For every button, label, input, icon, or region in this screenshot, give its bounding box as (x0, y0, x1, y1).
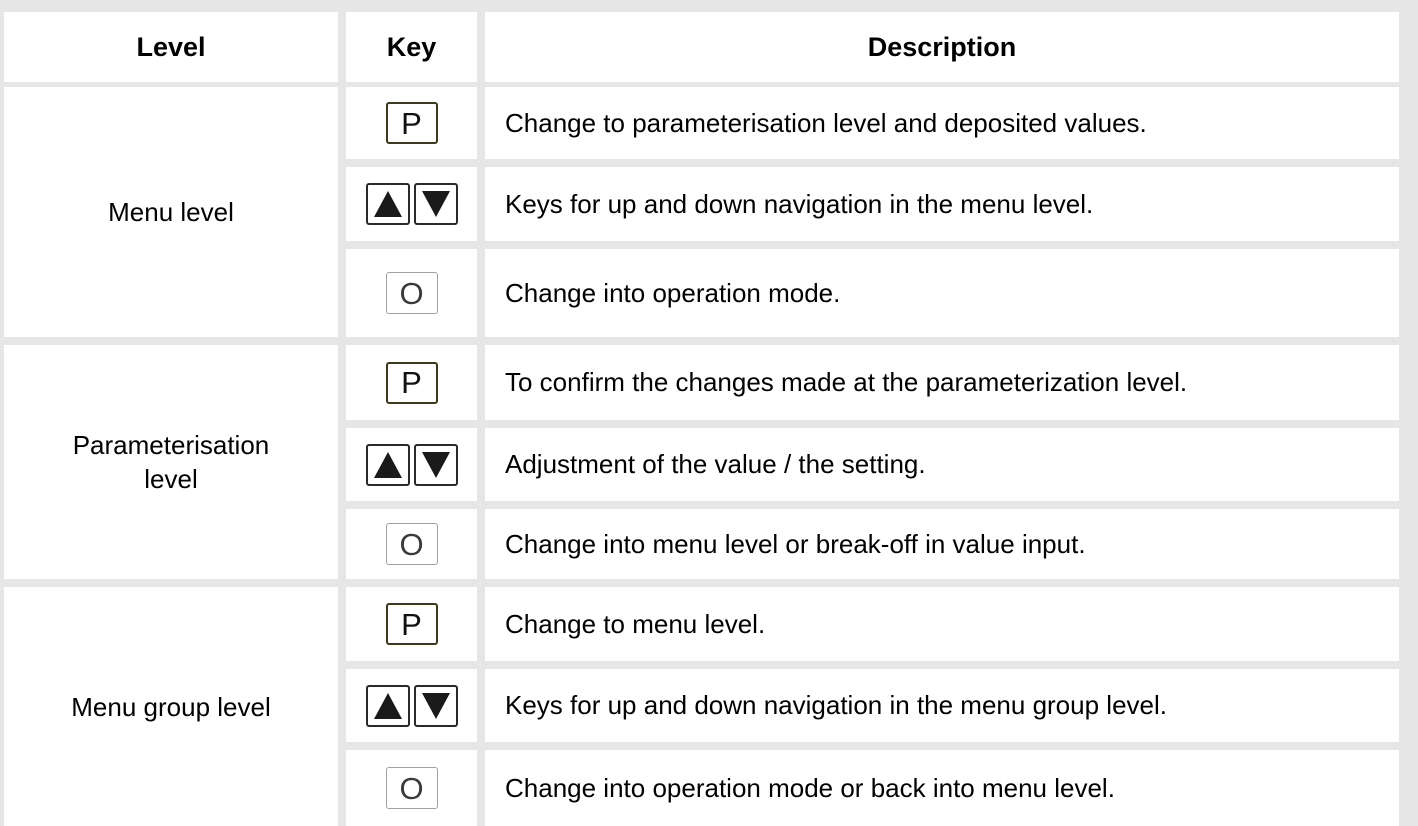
description-cell: Change into operation mode. (485, 249, 1399, 337)
level-label-line-1: Parameterisation (72, 430, 270, 460)
key-function-table: Level Key Description Menu level P Chang… (0, 0, 1418, 826)
level-cell-parameterisation: Parameterisation level (4, 345, 338, 579)
o-key-icon: O (385, 523, 438, 565)
o-key-icon: O (385, 272, 438, 314)
description-cell: Keys for up and down navigation in the m… (485, 669, 1399, 742)
key-cell: O (346, 249, 477, 337)
key-cell: P (346, 87, 477, 159)
arrow-up-icon (365, 443, 410, 486)
level-label: Parameterisation level (73, 428, 270, 496)
p-key-icon: P (385, 102, 438, 144)
arrow-up-icon (365, 183, 410, 225)
arrow-down-icon (413, 183, 458, 225)
description-cell: Adjustment of the value / the setting. (485, 428, 1399, 501)
level-cell-menu-group: Menu group level (4, 587, 338, 826)
p-key-icon: P (385, 361, 438, 404)
level-label: Menu level (108, 197, 234, 227)
level-label: Menu group level (71, 691, 271, 722)
level-label-line-2: level (144, 464, 198, 494)
arrow-down-icon (413, 684, 458, 727)
o-key-icon: O (385, 767, 438, 809)
description-cell: Change to menu level. (485, 587, 1399, 661)
description-cell: Keys for up and down navigation in the m… (485, 167, 1399, 241)
header-level: Level (4, 12, 338, 82)
arrow-down-icon (413, 443, 458, 486)
key-cell: P (346, 587, 477, 661)
description-cell: Change to parameterisation level and dep… (485, 87, 1399, 159)
description-cell: Change into operation mode or back into … (485, 750, 1399, 826)
key-cell (346, 167, 477, 241)
key-cell: O (346, 750, 477, 826)
key-cell (346, 669, 477, 742)
key-cell: P (346, 345, 477, 420)
description-cell: To confirm the changes made at the param… (485, 345, 1399, 420)
header-key: Key (346, 12, 477, 82)
key-cell (346, 428, 477, 501)
p-key-icon: P (385, 603, 438, 645)
arrow-up-icon (365, 684, 410, 727)
key-cell: O (346, 509, 477, 579)
header-description: Description (485, 12, 1399, 82)
level-cell-menu: Menu level (4, 87, 338, 337)
description-cell: Change into menu level or break-off in v… (485, 509, 1399, 579)
